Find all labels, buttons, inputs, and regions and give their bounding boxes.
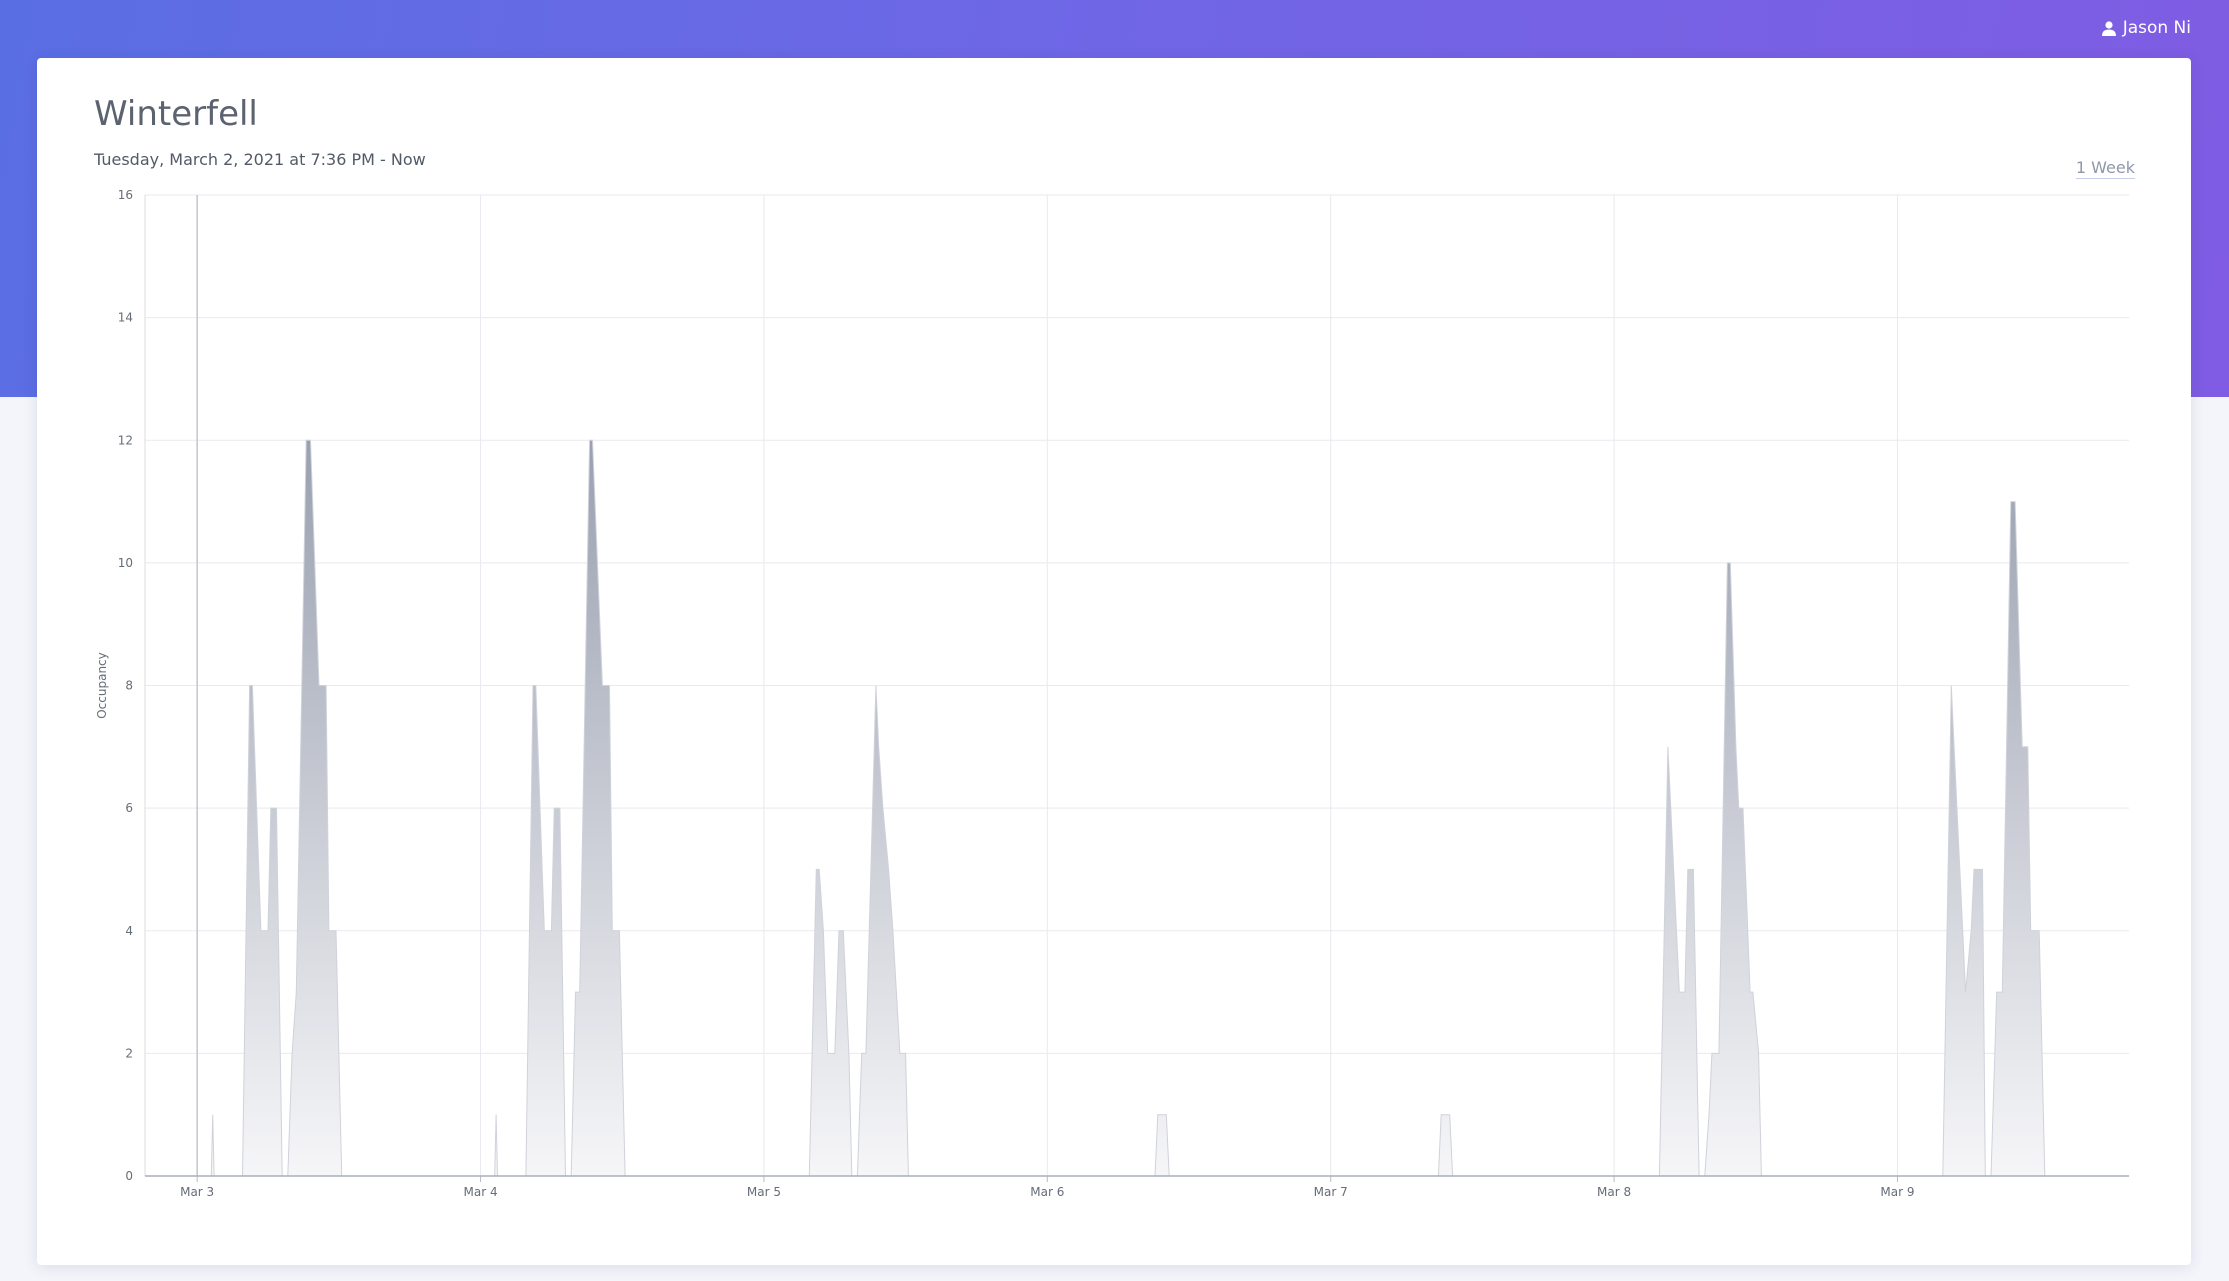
y-tick-label: 12: [118, 433, 133, 447]
y-tick-label: 8: [125, 679, 133, 693]
y-tick-label: 4: [125, 924, 133, 938]
x-tick-label: Mar 9: [1880, 1185, 1914, 1199]
x-tick-label: Mar 5: [747, 1185, 781, 1199]
x-tick-label: Mar 6: [1030, 1185, 1064, 1199]
chart-card: Winterfell Tuesday, March 2, 2021 at 7:3…: [37, 58, 2191, 1265]
x-tick-label: Mar 8: [1597, 1185, 1631, 1199]
x-tick-label: Mar 7: [1314, 1185, 1348, 1199]
y-tick-label: 0: [125, 1169, 133, 1183]
y-tick-label: 2: [125, 1046, 133, 1060]
y-tick-label: 10: [118, 556, 133, 570]
y-tick-label: 6: [125, 801, 133, 815]
x-tick-label: Mar 3: [180, 1185, 214, 1199]
y-tick-label: 16: [118, 188, 133, 202]
occupancy-chart: 0 2 4 6 8 10 12 14 16 Mar 3 Mar 4 Mar 5 Mar 6 Mar 7 Ma…: [95, 188, 2129, 1199]
x-tick-label: Mar 4: [463, 1185, 497, 1199]
y-tick-label: 14: [118, 311, 133, 325]
user-menu[interactable]: Jason Ni: [2101, 16, 2191, 40]
user-name: Jason Ni: [2122, 18, 2191, 38]
y-axis-label: Occupancy: [95, 652, 109, 719]
person-icon: [2101, 20, 2116, 36]
